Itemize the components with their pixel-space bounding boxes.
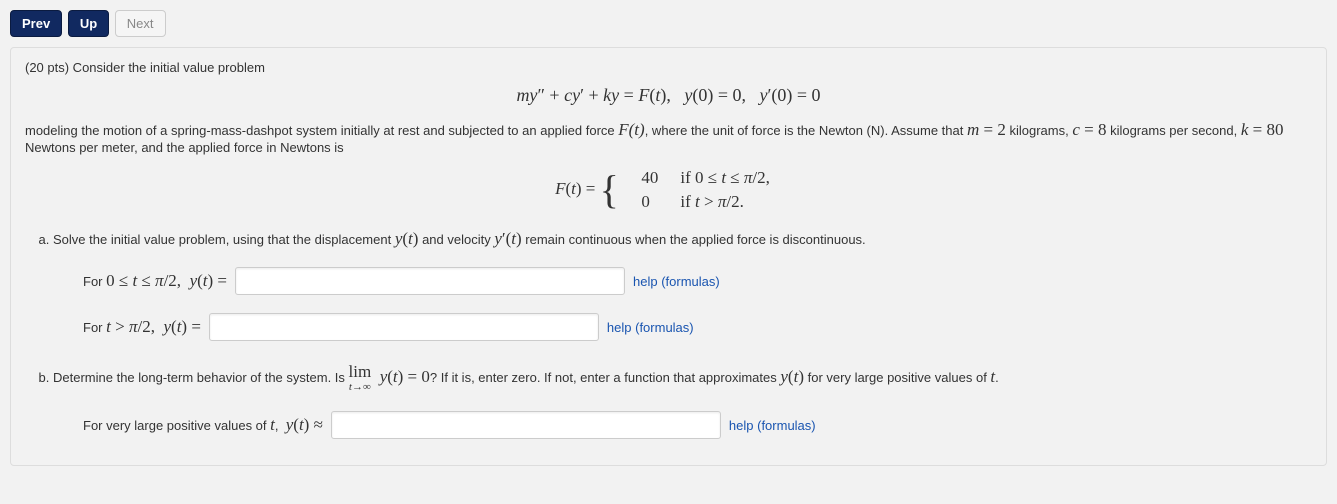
piece-value: 0	[631, 191, 668, 213]
piece-cond: if t > π/2.	[680, 192, 743, 211]
answer-prefix: For 0 ≤ t ≤ π/2, y(t) =	[83, 271, 227, 291]
answer-input-a1[interactable]	[235, 267, 625, 295]
prev-button[interactable]: Prev	[10, 10, 62, 37]
answer-row-a1: For 0 ≤ t ≤ π/2, y(t) = help (formulas)	[83, 267, 1312, 295]
lim-label: lim	[349, 362, 372, 381]
text-fragment: kilograms per second,	[1106, 123, 1240, 138]
text-fragment: kilograms,	[1006, 123, 1072, 138]
text-fragment: Newtons per meter, and the applied force…	[25, 140, 344, 155]
answer-input-a2[interactable]	[209, 313, 599, 341]
help-link[interactable]: help (formulas)	[729, 418, 816, 433]
answer-prefix: For very large positive values of t, y(t…	[83, 415, 323, 435]
answer-prefix: For t > π/2, y(t) =	[83, 317, 201, 337]
part-a: Solve the initial value problem, using t…	[53, 229, 1312, 341]
piecewise-definition: F(t) = { 40 if 0 ≤ t ≤ π/2, 0 if t > π/2…	[25, 165, 1312, 215]
piece-cond: if 0 ≤ t ≤ π/2,	[680, 168, 770, 187]
answer-row-b: For very large positive values of t, y(t…	[83, 411, 1312, 439]
math-Ft: F(t)	[618, 120, 644, 139]
text-fragment: , where the unit of force is the Newton …	[645, 123, 967, 138]
text-fragment: remain continuous when the applied force…	[525, 232, 865, 247]
next-button[interactable]: Next	[115, 10, 166, 37]
text-fragment: modeling the motion of a spring-mass-das…	[25, 123, 618, 138]
part-b: Determine the long-term behavior of the …	[53, 363, 1312, 439]
text-fragment: Solve the initial value problem, using t…	[53, 232, 395, 247]
text-fragment: Determine the long-term behavior of the …	[53, 370, 349, 385]
help-link[interactable]: help (formulas)	[607, 320, 694, 335]
answer-row-a2: For t > π/2, y(t) = help (formulas)	[83, 313, 1312, 341]
up-button[interactable]: Up	[68, 10, 109, 37]
piecewise-row: 0 if t > π/2.	[631, 191, 780, 213]
problem-lead: (20 pts) Consider the initial value prob…	[25, 60, 1312, 75]
help-link[interactable]: help (formulas)	[633, 274, 720, 289]
math-t: t	[990, 367, 995, 386]
piecewise-row: 40 if 0 ≤ t ≤ π/2,	[631, 167, 780, 189]
text-fragment: for very large positive values of	[808, 370, 991, 385]
main-equation: my″ + cy′ + ky = F(t), y(0) = 0, y′(0) =…	[25, 85, 1312, 106]
text-fragment: ? If it is, enter zero. If not, enter a …	[430, 370, 780, 385]
text-fragment: and velocity	[422, 232, 494, 247]
problem-container: (20 pts) Consider the initial value prob…	[10, 47, 1327, 466]
answer-input-b[interactable]	[331, 411, 721, 439]
problem-description: modeling the motion of a spring-mass-das…	[25, 120, 1312, 155]
piece-value: 40	[631, 167, 668, 189]
nav-bar: Prev Up Next	[10, 10, 1327, 37]
